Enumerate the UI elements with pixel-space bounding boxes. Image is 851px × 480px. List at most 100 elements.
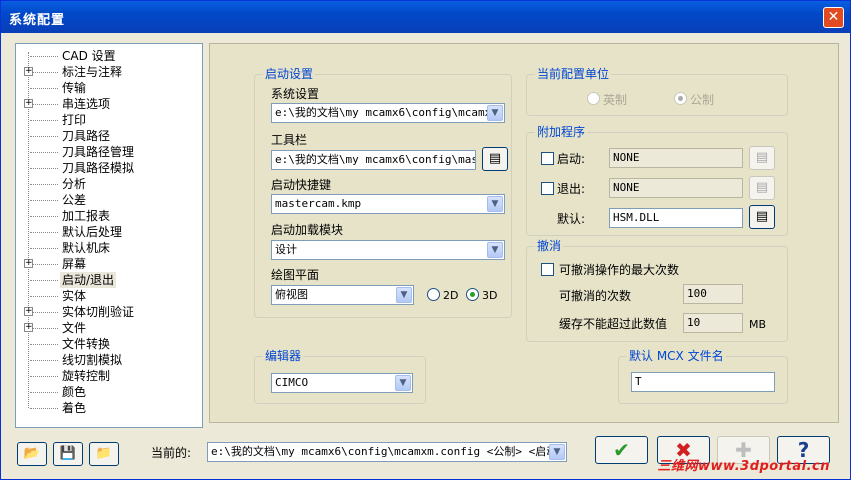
tree-item-label: 刀具路径模拟 <box>62 161 135 175</box>
tree-item[interactable]: 默认后处理 <box>16 224 202 240</box>
radio-2d[interactable] <box>427 288 440 301</box>
tree-item[interactable]: 默认机床 <box>16 240 202 256</box>
tree-item[interactable]: 线切割模拟 <box>16 352 202 368</box>
tree-item[interactable]: 传输 <box>16 80 202 96</box>
toolbar-field[interactable]: e:\我的文档\my mcamx6\config\mast <box>271 150 476 170</box>
undo-group-title: 撤消 <box>535 239 564 253</box>
undo-cache-label: 缓存不能超过此数值 <box>559 317 668 331</box>
expand-plus-icon[interactable]: + <box>24 67 33 76</box>
tree-item[interactable]: + 实体切削验证 <box>16 304 202 320</box>
tree-item[interactable]: CAD 设置 <box>16 48 202 64</box>
tree-item[interactable]: 实体 <box>16 288 202 304</box>
tree-item-label: 公差 <box>62 193 87 207</box>
tree-item-label: 实体 <box>62 289 87 303</box>
close-icon[interactable]: ✕ <box>823 7 844 28</box>
browse-default-addon-button[interactable]: ▤ <box>749 205 775 229</box>
tree-item-label: 传输 <box>62 81 87 95</box>
tree-item[interactable]: 旋转控制 <box>16 368 202 384</box>
chevron-down-icon[interactable]: ▼ <box>549 444 565 460</box>
mcx-field[interactable]: T <box>631 372 775 392</box>
open-config-button[interactable]: 📂 <box>17 442 47 466</box>
undo-cache-field[interactable]: 10 <box>683 313 743 333</box>
file-browse-icon: ▤ <box>755 180 769 195</box>
ok-button[interactable]: ✔ <box>595 436 648 464</box>
tree-item-label: CAD 设置 <box>62 49 116 63</box>
module-label: 启动加载模块 <box>271 223 344 237</box>
tree-item[interactable]: 分析 <box>16 176 202 192</box>
startup-group-title: 启动设置 <box>263 67 316 81</box>
undo-count-label: 可撤消的次数 <box>559 289 632 303</box>
chevron-down-icon[interactable]: ▼ <box>487 105 503 121</box>
exit-addon-label: 退出: <box>557 182 586 196</box>
expand-plus-icon[interactable]: + <box>24 307 33 316</box>
undo-count-field[interactable]: 100 <box>683 284 743 304</box>
save-icon: 💾 <box>59 446 77 461</box>
browse-exit-addon-button[interactable]: ▤ <box>749 176 775 200</box>
chevron-down-icon[interactable]: ▼ <box>487 196 503 212</box>
browse-startup-addon-button[interactable]: ▤ <box>749 146 775 170</box>
radio-english[interactable] <box>587 92 600 105</box>
undo-max-checkbox[interactable] <box>541 263 554 276</box>
editor-group-title: 编辑器 <box>263 349 304 363</box>
tree-item[interactable]: 刀具路径 <box>16 128 202 144</box>
tree-item[interactable]: 打印 <box>16 112 202 128</box>
tree-item[interactable]: + 串连选项 <box>16 96 202 112</box>
startup-addon-field[interactable]: NONE <box>609 148 743 168</box>
expand-plus-icon[interactable]: + <box>24 323 33 332</box>
startup-addon-checkbox[interactable] <box>541 152 554 165</box>
mcx-group-title: 默认 MCX 文件名 <box>627 349 726 363</box>
system-config-window: 系统配置 ✕ CAD 设置 + 标注与注释 传输 + 串连选项 打印 刀具路径 刀具路径管理 刀具… <box>0 0 851 480</box>
tree-item[interactable]: + 文件 <box>16 320 202 336</box>
tree-item[interactable]: 加工报表 <box>16 208 202 224</box>
title-bar: 系统配置 ✕ <box>1 1 850 33</box>
units-group-title: 当前配置单位 <box>535 67 612 81</box>
tree-item[interactable]: + 标注与注释 <box>16 64 202 80</box>
tree-item[interactable]: 着色 <box>16 400 202 416</box>
tree-connector <box>30 184 58 185</box>
toolbar-value: e:\我的文档\my mcamx6\config\mast <box>275 153 476 166</box>
default-addon-field[interactable]: HSM.DLL <box>609 208 743 228</box>
tree-item-label: 颜色 <box>62 385 87 399</box>
exit-addon-field[interactable]: NONE <box>609 178 743 198</box>
tree-connector <box>30 168 58 169</box>
tree-connector <box>30 56 58 57</box>
module-value: 设计 <box>275 243 297 256</box>
save-config-button[interactable]: 💾 <box>53 442 83 466</box>
editor-combo[interactable]: CIMCO ▼ <box>271 373 413 393</box>
tree-item[interactable]: 文件转换 <box>16 336 202 352</box>
tree-item[interactable]: 公差 <box>16 192 202 208</box>
plane-value: 俯视图 <box>275 288 308 301</box>
tree-item-label: 屏幕 <box>62 257 87 271</box>
tree-item-label: 加工报表 <box>62 209 111 223</box>
tree-connector <box>30 72 58 73</box>
tree-item[interactable]: 刀具路径管理 <box>16 144 202 160</box>
tree-item[interactable]: + 屏幕 <box>16 256 202 272</box>
units-group: 当前配置单位 英制 公制 <box>526 67 788 116</box>
settings-tree[interactable]: CAD 设置 + 标注与注释 传输 + 串连选项 打印 刀具路径 刀具路径管理 刀具路径模拟 分析公… <box>15 43 203 428</box>
merge-config-button[interactable]: 📁 <box>89 442 119 466</box>
mcx-group: 默认 MCX 文件名 T <box>618 349 788 404</box>
keymap-combo[interactable]: mastercam.kmp ▼ <box>271 194 505 214</box>
browse-toolbar-button[interactable]: ▤ <box>482 147 508 171</box>
tree-connector <box>30 392 58 393</box>
plane-combo[interactable]: 俯视图 ▼ <box>271 285 414 305</box>
tree-item[interactable]: 刀具路径模拟 <box>16 160 202 176</box>
system-settings-combo[interactable]: e:\我的文档\my mcamx6\config\mcamxm ▼ <box>271 103 505 123</box>
tree-item-label: 文件 <box>62 321 87 335</box>
radio-metric[interactable] <box>674 92 687 105</box>
tree-connector <box>30 344 58 345</box>
tree-item[interactable]: 颜色 <box>16 384 202 400</box>
chevron-down-icon[interactable]: ▼ <box>396 287 412 303</box>
current-config-combo[interactable]: e:\我的文档\my mcamx6\config\mcamxm.config <… <box>207 442 567 462</box>
chevron-down-icon[interactable]: ▼ <box>395 375 411 391</box>
chevron-down-icon[interactable]: ▼ <box>487 242 503 258</box>
expand-plus-icon[interactable]: + <box>24 259 33 268</box>
module-combo[interactable]: 设计 ▼ <box>271 240 505 260</box>
addons-group: 附加程序 启动: NONE ▤ 退出: NONE ▤ 默认: HSM.DLL ▤ <box>526 125 788 236</box>
tree-item[interactable]: 启动/退出 <box>16 272 202 288</box>
editor-value: CIMCO <box>275 376 309 389</box>
current-config-value: e:\我的文档\my mcamx6\config\mcamxm.config <… <box>211 445 564 458</box>
exit-addon-checkbox[interactable] <box>541 182 554 195</box>
radio-3d[interactable] <box>466 288 479 301</box>
expand-plus-icon[interactable]: + <box>24 99 33 108</box>
